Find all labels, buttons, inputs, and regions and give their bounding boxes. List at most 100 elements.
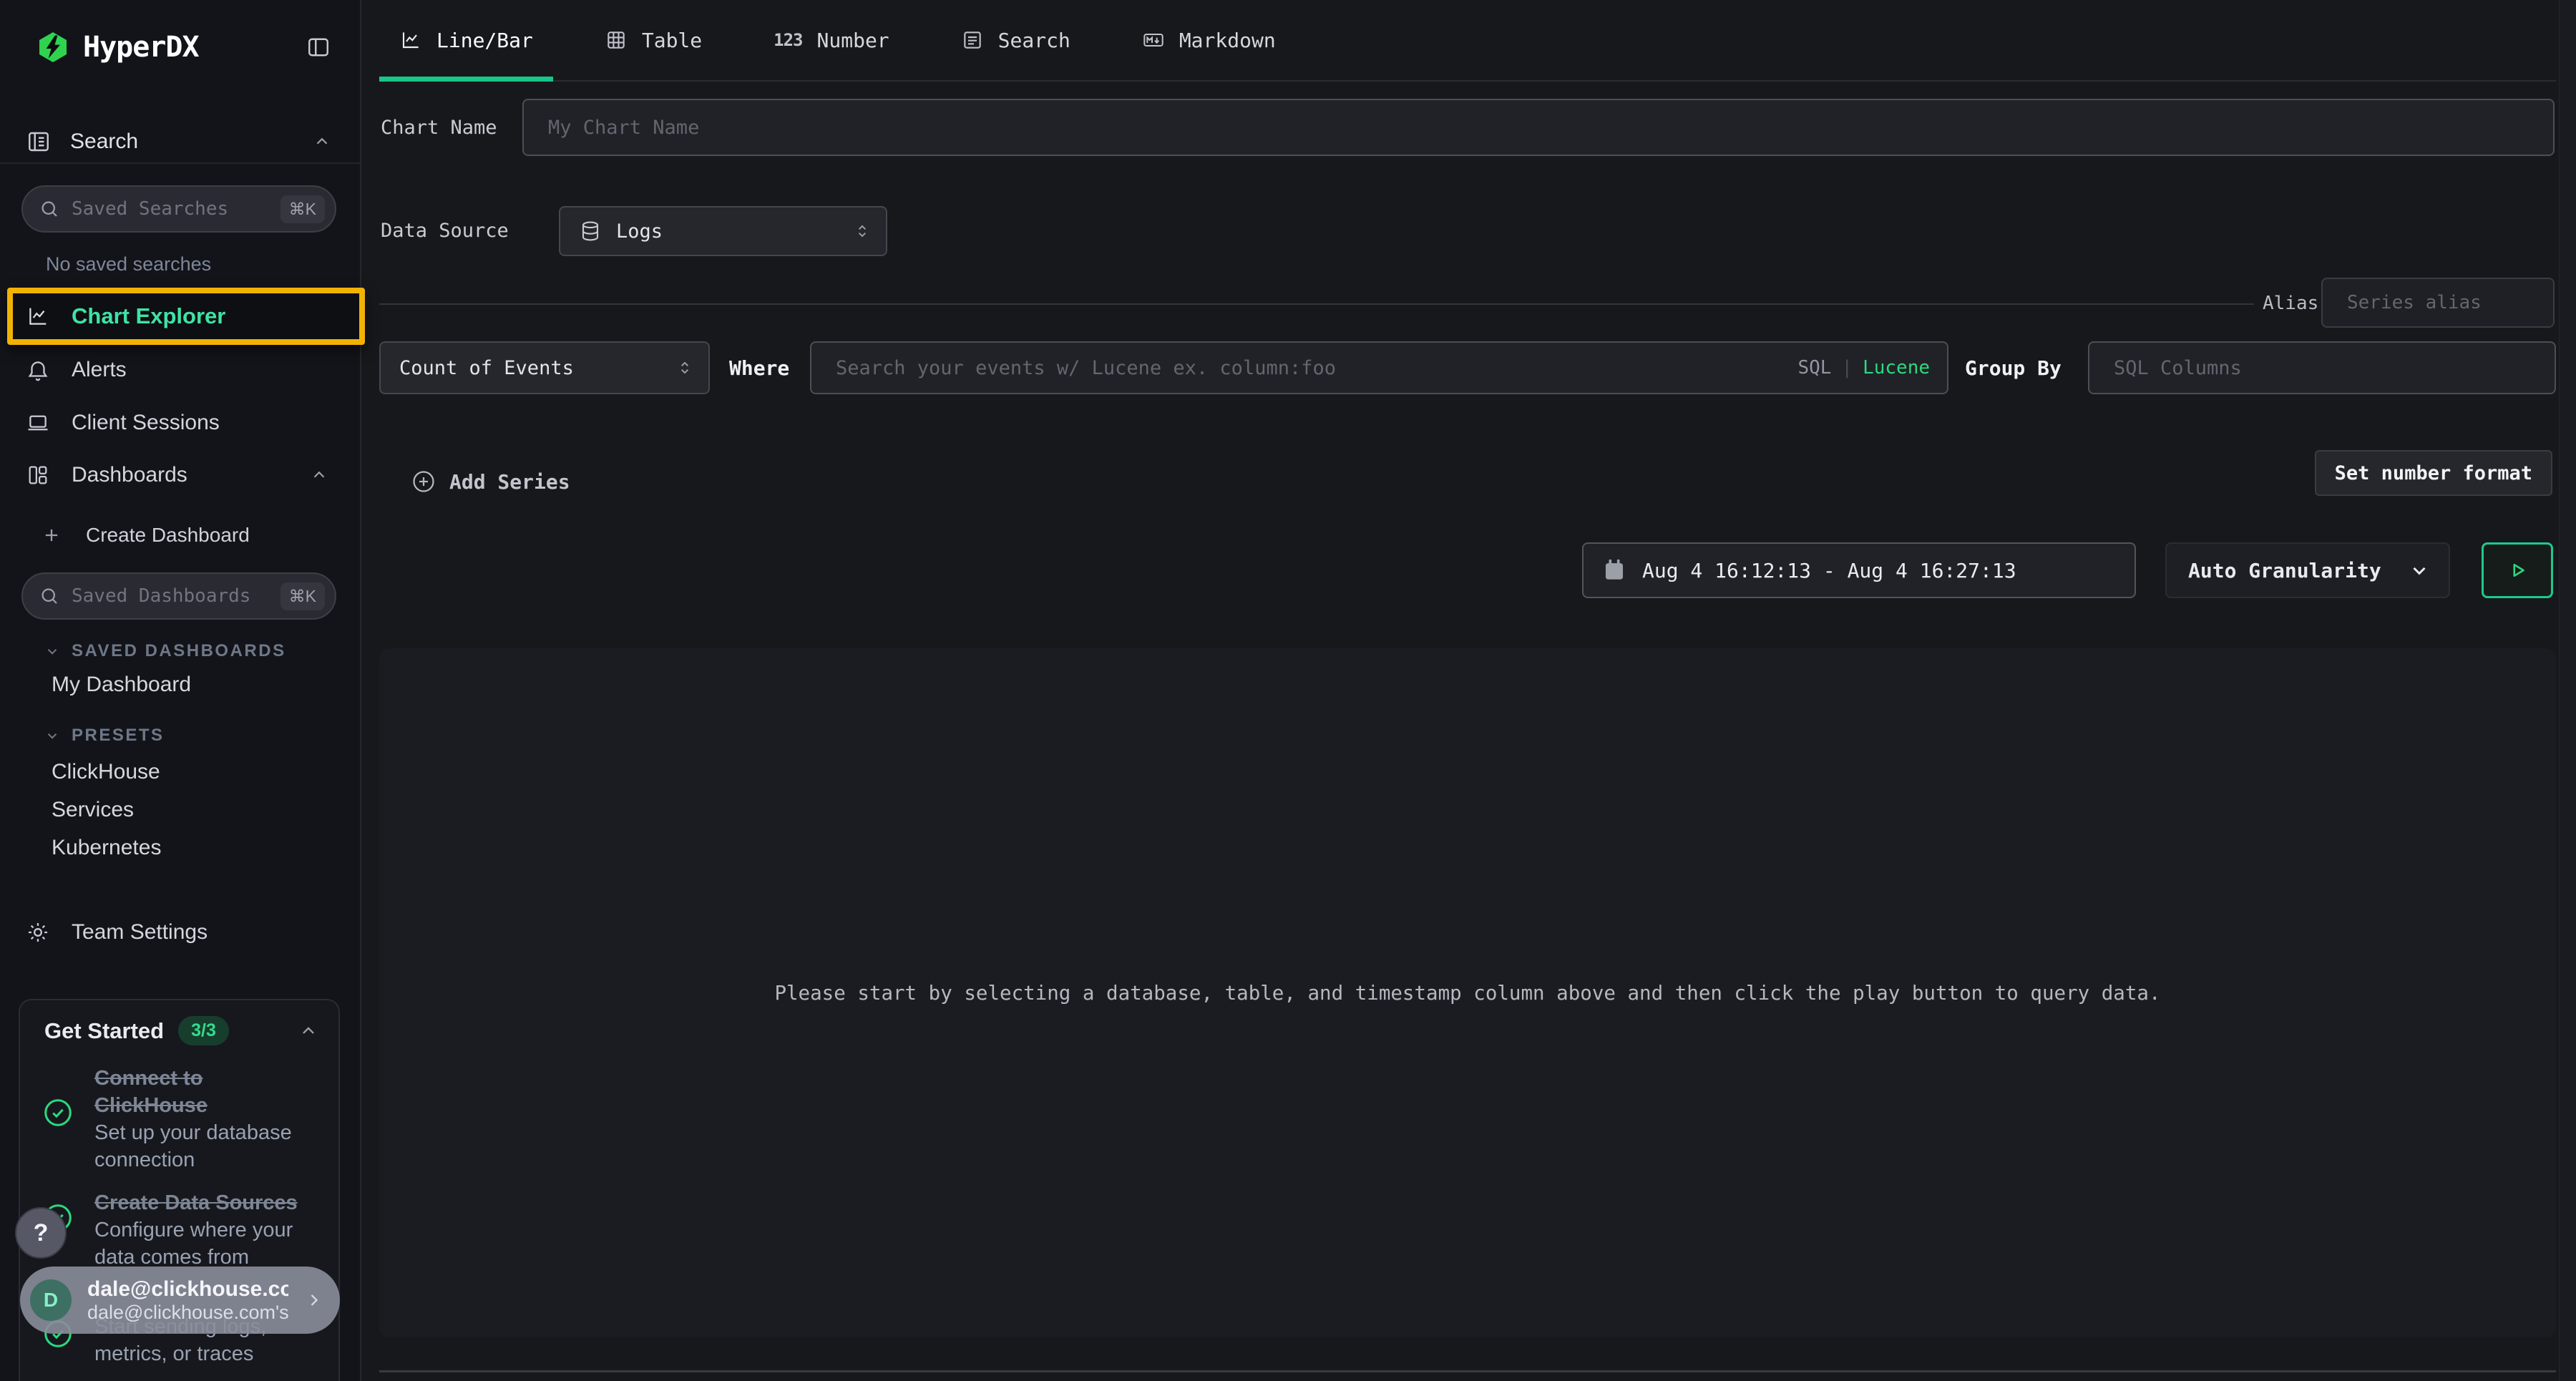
get-started-item: Create Data Sources Configure where your… bbox=[94, 1189, 318, 1271]
sidebar-item-client-sessions[interactable]: Client Sessions bbox=[0, 401, 360, 445]
tab-table[interactable]: Table bbox=[585, 0, 722, 80]
dashboard-item-my-dashboard[interactable]: My Dashboard bbox=[52, 673, 191, 697]
sidebar-item-label: Dashboards bbox=[72, 463, 187, 487]
where-input[interactable] bbox=[836, 357, 1783, 379]
preset-item-services[interactable]: Services bbox=[52, 798, 134, 822]
sidebar-item-team-settings[interactable]: Team Settings bbox=[0, 910, 360, 955]
preset-item-kubernetes[interactable]: Kubernetes bbox=[52, 836, 161, 860]
sidebar-item-dashboards[interactable]: Dashboards bbox=[0, 453, 360, 497]
add-series-label: Add Series bbox=[449, 470, 570, 494]
set-number-format-button[interactable]: Set number format bbox=[2315, 450, 2552, 496]
shortcut-badge: ⌘K bbox=[280, 582, 325, 610]
preset-item-clickhouse[interactable]: ClickHouse bbox=[52, 760, 160, 784]
get-started-item-desc: Configure where your data comes from bbox=[94, 1216, 318, 1271]
number-123-icon: 123 bbox=[774, 30, 802, 50]
play-icon bbox=[2505, 558, 2529, 582]
app-title: HyperDX bbox=[83, 31, 199, 64]
sidebar-item-chart-explorer[interactable]: Chart Explorer bbox=[7, 288, 365, 345]
saved-dashboards-search[interactable]: ⌘K bbox=[21, 572, 336, 620]
no-saved-searches-note: No saved searches bbox=[46, 253, 211, 275]
group-by-input[interactable] bbox=[2114, 357, 2537, 379]
time-range-value: Aug 4 16:12:13 - Aug 4 16:27:13 bbox=[1642, 559, 2016, 582]
chevron-down-icon bbox=[44, 728, 60, 743]
tab-label: Line/Bar bbox=[436, 29, 533, 52]
alias-field bbox=[2321, 278, 2555, 328]
saved-dashboards-input[interactable] bbox=[72, 585, 269, 607]
create-dashboard-button[interactable]: Create Dashboard bbox=[0, 517, 360, 554]
get-started-item-title: Connect to ClickHouse bbox=[94, 1065, 318, 1119]
chevron-up-icon bbox=[313, 132, 331, 151]
chevron-down-icon bbox=[44, 643, 60, 659]
main-content: Line/Bar Table 123 Number Search bbox=[379, 0, 2556, 1381]
where-field: SQL | Lucene bbox=[810, 341, 1948, 394]
granularity-select[interactable]: Auto Granularity bbox=[2165, 542, 2450, 598]
run-query-button[interactable] bbox=[2482, 542, 2553, 598]
chevron-up-icon bbox=[298, 1021, 318, 1041]
saved-searches-input[interactable] bbox=[72, 198, 269, 220]
tab-line-bar[interactable]: Line/Bar bbox=[379, 0, 553, 80]
tab-markdown[interactable]: Markdown bbox=[1122, 0, 1296, 80]
query-language-toggle: SQL | Lucene bbox=[1797, 357, 1930, 379]
get-started-item: Connect to ClickHouse Set up your databa… bbox=[94, 1065, 318, 1173]
sidebar-collapse-icon[interactable] bbox=[306, 34, 331, 60]
scrollbar[interactable] bbox=[2559, 0, 2576, 1381]
add-series-button[interactable]: Add Series bbox=[411, 459, 570, 504]
hyperdx-app: { "colors": { "accent_green": "#19c689",… bbox=[0, 0, 2576, 1381]
aggregation-value: Count of Events bbox=[399, 357, 661, 379]
team-settings-label: Team Settings bbox=[72, 920, 208, 945]
markdown-icon bbox=[1142, 29, 1165, 52]
lucene-mode-option[interactable]: Lucene bbox=[1863, 357, 1930, 379]
aggregation-select[interactable]: Count of Events bbox=[379, 341, 710, 394]
data-source-value: Logs bbox=[616, 220, 839, 243]
data-source-select[interactable]: Logs bbox=[559, 206, 887, 256]
gear-icon bbox=[26, 920, 50, 945]
get-started-item-title: Create Data Sources bbox=[94, 1189, 318, 1216]
tab-number[interactable]: 123 Number bbox=[753, 0, 909, 80]
calendar-icon bbox=[1602, 558, 1626, 582]
sidebar-item-alerts[interactable]: Alerts bbox=[0, 348, 360, 392]
set-number-format-label: Set number format bbox=[2335, 462, 2532, 484]
tab-search[interactable]: Search bbox=[941, 0, 1091, 80]
user-email: dale@clickhouse.com bbox=[87, 1277, 288, 1302]
data-source-label: Data Source bbox=[381, 220, 509, 242]
get-started-item-desc: Set up your database connection bbox=[94, 1119, 318, 1173]
tab-label: Number bbox=[817, 29, 889, 52]
plus-circle-icon bbox=[411, 469, 436, 494]
search-section-icon bbox=[26, 129, 52, 155]
help-button[interactable]: ? bbox=[15, 1207, 67, 1259]
granularity-value: Auto Granularity bbox=[2188, 559, 2391, 582]
chart-name-label: Chart Name bbox=[381, 117, 497, 139]
chart-name-input[interactable] bbox=[548, 117, 2536, 139]
group-header-label: SAVED DASHBOARDS bbox=[72, 641, 286, 661]
group-saved-dashboards[interactable]: SAVED DASHBOARDS bbox=[44, 641, 286, 661]
get-started-title: Get Started bbox=[44, 1018, 164, 1044]
search-icon bbox=[39, 198, 60, 220]
chart-name-field bbox=[522, 99, 2555, 156]
alias-label: Alias bbox=[2263, 293, 2318, 314]
logo-row: HyperDX bbox=[36, 27, 331, 67]
empty-state-message: Please start by selecting a database, ta… bbox=[774, 982, 2160, 1005]
sidebar-item-label: Alerts bbox=[72, 358, 127, 382]
user-account-chip[interactable]: D dale@clickhouse.com dale@clickhouse.co… bbox=[20, 1267, 340, 1334]
sidebar-item-label: Client Sessions bbox=[72, 411, 220, 435]
table-icon bbox=[605, 29, 628, 52]
get-started-header[interactable]: Get Started 3/3 bbox=[44, 1016, 318, 1045]
where-label: Where bbox=[729, 356, 789, 380]
group-presets[interactable]: PRESETS bbox=[44, 726, 165, 746]
saved-searches-search[interactable]: ⌘K bbox=[21, 185, 336, 233]
database-icon bbox=[579, 220, 602, 243]
sql-mode-option[interactable]: SQL bbox=[1797, 357, 1831, 379]
avatar: D bbox=[30, 1279, 72, 1321]
tab-label: Table bbox=[642, 29, 702, 52]
search-list-icon bbox=[961, 29, 984, 52]
tab-label: Markdown bbox=[1179, 29, 1276, 52]
chart-type-tabbar: Line/Bar Table 123 Number Search bbox=[379, 0, 2556, 82]
chevron-down-icon bbox=[2409, 560, 2430, 581]
alias-input[interactable] bbox=[2347, 292, 2536, 313]
bell-icon bbox=[26, 358, 50, 382]
get-started-progress-badge: 3/3 bbox=[178, 1016, 229, 1045]
laptop-icon bbox=[26, 411, 50, 435]
time-range-picker[interactable]: Aug 4 16:12:13 - Aug 4 16:27:13 bbox=[1582, 542, 2136, 598]
sidebar-section-search[interactable]: Search bbox=[26, 126, 331, 157]
plus-icon bbox=[42, 525, 62, 545]
